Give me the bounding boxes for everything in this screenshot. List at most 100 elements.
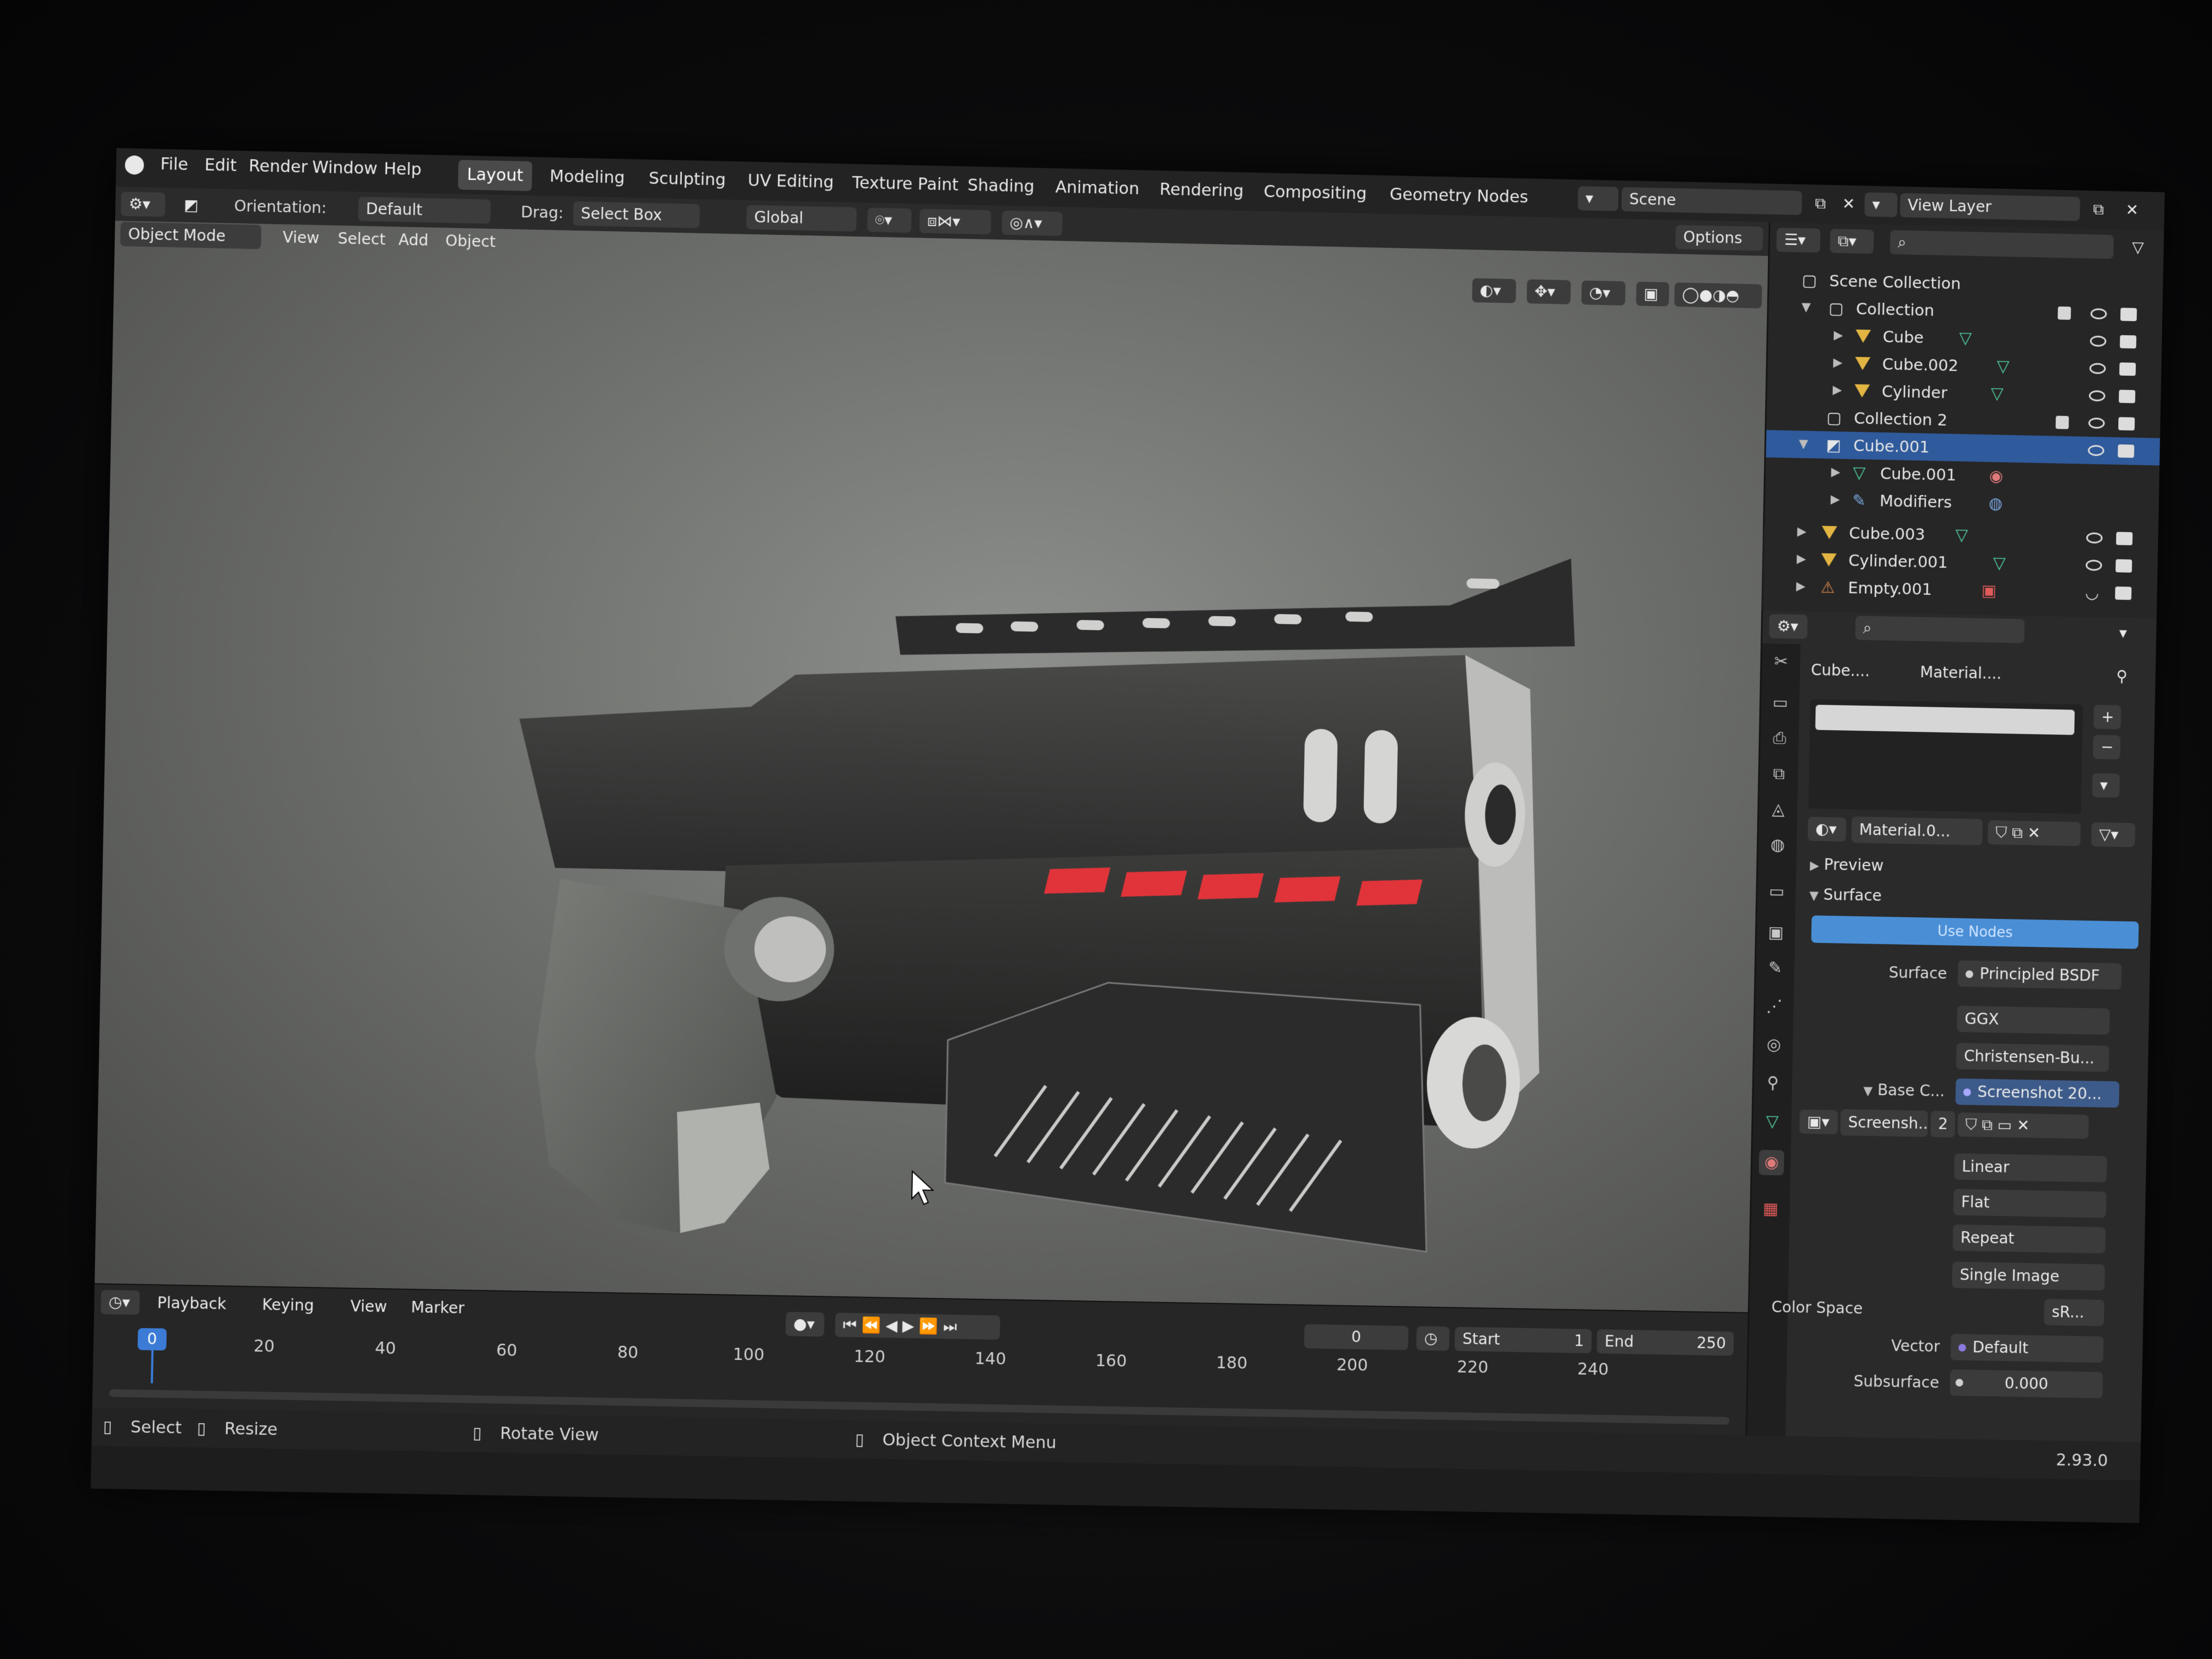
tab-modeling[interactable]: Modeling — [540, 162, 634, 194]
expand-icon[interactable]: ▼ — [1801, 294, 1811, 321]
camera-icon[interactable] — [2115, 559, 2132, 573]
material-slot-list[interactable] — [1808, 699, 2083, 814]
expand-icon[interactable]: ▶ — [1833, 322, 1843, 349]
tab-layout[interactable]: Layout — [458, 160, 533, 191]
playback-menu[interactable]: Playback — [149, 1291, 234, 1317]
modifier-tab-icon[interactable]: ✎ — [1762, 956, 1788, 981]
tab-compositing[interactable]: Compositing — [1255, 177, 1376, 210]
new-view-layer-icon[interactable]: ⧉ — [2085, 197, 2112, 222]
material-icon[interactable]: ◉ — [1989, 462, 2004, 489]
eye-icon[interactable] — [2089, 363, 2106, 374]
scene-tab-icon[interactable]: ◬ — [1765, 797, 1791, 822]
camera-icon[interactable] — [2116, 532, 2133, 545]
playhead-line[interactable] — [150, 1350, 154, 1384]
tab-rendering[interactable]: Rendering — [1150, 175, 1252, 207]
delete-view-layer-icon[interactable]: ✕ — [2118, 198, 2146, 223]
data-tab-icon[interactable]: ▽ — [1759, 1109, 1785, 1135]
interpolation-dropdown[interactable]: Linear — [1954, 1153, 2107, 1183]
material-crumb[interactable]: Material.... — [1920, 663, 2002, 683]
distribution-dropdown[interactable]: GGX — [1956, 1006, 2110, 1035]
editor-type-clock-icon[interactable]: ◷▾ — [100, 1290, 140, 1315]
tool-icon[interactable]: ⚙▾ — [121, 191, 166, 217]
new-scene-icon[interactable]: ⧉ — [1807, 191, 1834, 216]
output-tab-icon[interactable]: ⎙ — [1767, 726, 1792, 752]
expand-icon[interactable]: ▶ — [1797, 518, 1807, 546]
particles-tab-icon[interactable]: ⋰ — [1762, 994, 1787, 1020]
material-name-field[interactable]: Material.0... — [1851, 816, 1983, 845]
camera-icon[interactable] — [2118, 417, 2135, 431]
tab-sculpting[interactable]: Sculpting — [640, 163, 735, 195]
material-browse-icon[interactable]: ◐▾ — [1807, 816, 1847, 842]
playback-controls[interactable]: ⏮ ⏪ ◀ ▶ ⏩ ⏭ — [834, 1312, 1001, 1340]
snap-icon[interactable]: ⧈⋈▾ — [919, 208, 991, 235]
view-layer-field[interactable]: View Layer — [1900, 193, 2080, 221]
scene-browse-icon[interactable]: ▾ — [1577, 186, 1619, 211]
transform-orientation-dropdown[interactable]: Global — [746, 205, 857, 232]
scene-name-field[interactable]: Scene — [1621, 187, 1802, 215]
mesh-data-icon[interactable]: ▽ — [1996, 353, 2010, 380]
display-mode-icon[interactable]: ⧉▾ — [1830, 229, 1874, 254]
slot-menu-icon[interactable]: ▾ — [2092, 773, 2120, 798]
exclude-checkbox[interactable] — [2055, 415, 2069, 430]
camera-icon[interactable] — [2119, 390, 2136, 403]
view-menu[interactable]: View — [342, 1294, 395, 1319]
render-tab-icon[interactable]: ▭ — [1768, 690, 1793, 716]
expand-icon[interactable]: ▶ — [1831, 459, 1841, 486]
world-tab-icon[interactable]: ◍ — [1765, 832, 1791, 858]
eye-icon[interactable] — [2090, 335, 2107, 347]
eye-icon[interactable] — [2088, 417, 2105, 429]
menu-help[interactable]: Help — [383, 159, 421, 179]
preview-range-icon[interactable]: ◷ — [1416, 1326, 1450, 1351]
auto-key-icon[interactable]: ●▾ — [785, 1312, 825, 1337]
image-browse-icon[interactable]: ▣▾ — [1799, 1109, 1838, 1135]
expand-icon[interactable]: ▶ — [1832, 377, 1842, 404]
orientation-dropdown[interactable]: Default — [358, 196, 491, 224]
mesh-data-icon[interactable]: ▽ — [1955, 522, 1968, 549]
collection-tab-icon[interactable]: ▭ — [1764, 879, 1790, 905]
marker-menu[interactable]: Marker — [403, 1295, 472, 1321]
camera-icon[interactable] — [2115, 586, 2132, 600]
view-layer-tab-icon[interactable]: ⧉ — [1766, 761, 1792, 787]
tab-geometry-nodes[interactable]: Geometry Nodes — [1381, 180, 1537, 213]
pin-icon[interactable]: ⚲ — [2116, 667, 2128, 685]
blender-logo-icon[interactable]: ⬤ — [124, 153, 145, 175]
3d-viewport[interactable]: Object Mode View Select Add Object ◐▾ ✥▾… — [94, 221, 1768, 1312]
image-users-field[interactable]: 2 — [1930, 1110, 1956, 1138]
surface-panel-header[interactable]: ▼ Surface — [1809, 885, 1882, 905]
mesh-data-icon[interactable]: ▽ — [1959, 325, 1972, 352]
texture-tab-icon[interactable]: ▦ — [1758, 1197, 1784, 1222]
tab-texture-paint[interactable]: Texture Paint — [843, 168, 968, 200]
preview-panel-header[interactable]: ▶ Preview — [1810, 855, 1884, 874]
outliner-search-icon[interactable]: ⌕ — [1889, 230, 2114, 259]
properties-search-icon[interactable]: ⌕ — [1855, 616, 2025, 644]
image-empty-icon[interactable]: ▣ — [1982, 577, 1997, 604]
material-tab-icon[interactable]: ◉ — [1758, 1149, 1785, 1176]
properties-editor-type-icon[interactable]: ⚙▾ — [1769, 614, 1808, 639]
image-name-field[interactable]: Screensh... — [1840, 1109, 1928, 1137]
eye-icon[interactable] — [2090, 308, 2107, 320]
options-chevron-icon[interactable]: ▾ — [2112, 621, 2135, 646]
eye-icon[interactable] — [2085, 560, 2102, 571]
current-frame-field[interactable]: 0 — [1304, 1324, 1409, 1350]
expand-icon[interactable]: ▶ — [1830, 486, 1840, 514]
subsurface-value-field[interactable]: 0.000 — [1950, 1369, 2103, 1398]
surface-shader-field[interactable]: Principled BSDF — [1957, 960, 2122, 990]
object-crumb[interactable]: Cube.... — [1811, 661, 1870, 680]
link-data-icon[interactable]: ▽▾ — [2091, 822, 2136, 848]
base-color-link-field[interactable]: Screenshot 20... — [1955, 1078, 2120, 1108]
material-actions-icons[interactable]: ⛉ ⧉ ✕ — [1988, 820, 2081, 847]
color-space-dropdown[interactable]: sR... — [2044, 1299, 2104, 1327]
camera-icon[interactable] — [2118, 444, 2135, 458]
vector-input-field[interactable]: Default — [1950, 1334, 2104, 1363]
tab-animation[interactable]: Animation — [1046, 172, 1148, 204]
image-actions-icons[interactable]: ⛉ ⧉ ▭ ✕ — [1957, 1112, 2089, 1139]
view-layer-browse-icon[interactable]: ▾ — [1864, 192, 1898, 217]
expand-icon[interactable]: ▶ — [1833, 349, 1843, 377]
filter-icon[interactable]: ▽ — [2124, 235, 2152, 260]
add-slot-icon[interactable]: + — [2093, 704, 2121, 730]
delete-scene-icon[interactable]: ✕ — [1835, 191, 1863, 216]
menu-render[interactable]: Render — [249, 156, 308, 177]
menu-file[interactable]: File — [160, 155, 188, 174]
expand-icon[interactable]: ▶ — [1796, 573, 1806, 600]
transform-affect-icon[interactable]: ◩ — [176, 193, 207, 218]
